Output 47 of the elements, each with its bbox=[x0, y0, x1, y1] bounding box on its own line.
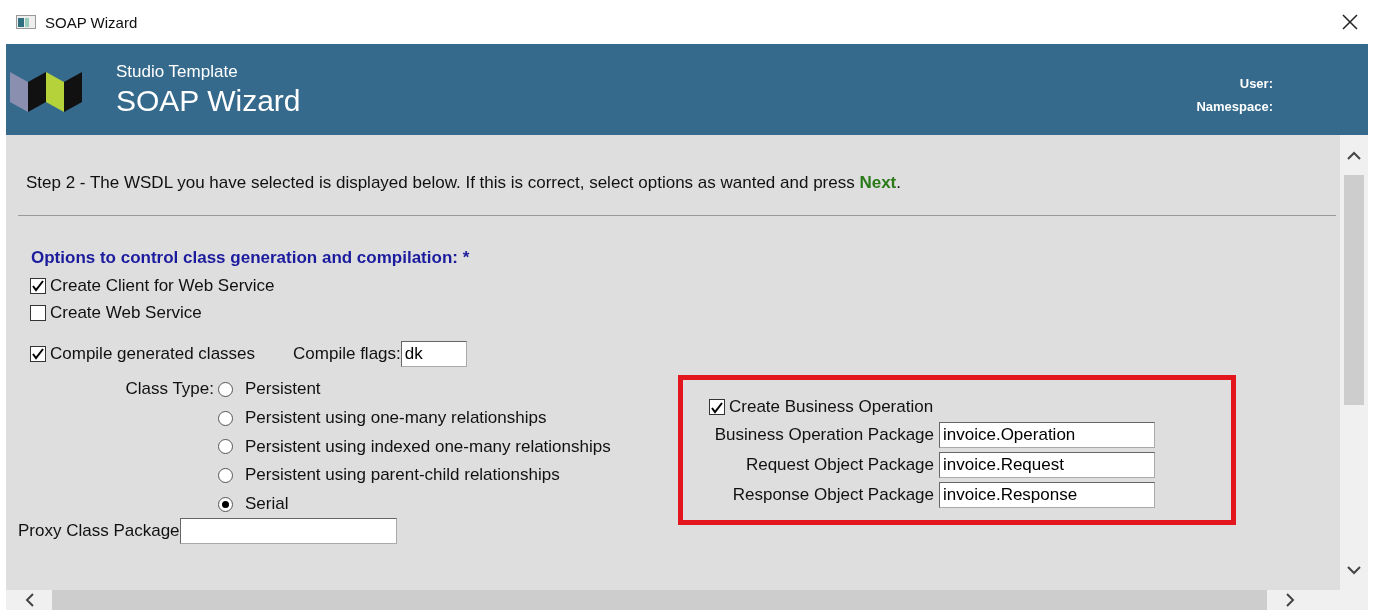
window-title: SOAP Wizard bbox=[45, 13, 138, 31]
check-icon bbox=[710, 400, 724, 414]
checkbox[interactable] bbox=[709, 399, 725, 415]
field-label: Business Operation Package bbox=[714, 425, 934, 445]
checkbox-label: Compile generated classes bbox=[50, 343, 256, 364]
scrollbar-thumb[interactable] bbox=[1344, 175, 1364, 405]
checkbox-label: Create Web Service bbox=[50, 302, 202, 323]
namespace-label: Namespace: bbox=[1196, 98, 1273, 114]
radio-button[interactable] bbox=[218, 496, 233, 512]
proxy-package-field[interactable] bbox=[179, 518, 397, 545]
check-icon bbox=[31, 347, 45, 360]
checkbox[interactable] bbox=[30, 345, 46, 362]
radio-label: Persistent bbox=[245, 379, 321, 400]
user-label: User: bbox=[1239, 75, 1273, 91]
checkbox[interactable] bbox=[30, 304, 46, 321]
compile-flags-field[interactable]: dk bbox=[400, 340, 467, 367]
chevron-up-icon bbox=[1347, 150, 1361, 160]
field-label: Response Object Package bbox=[732, 485, 934, 505]
radio-button[interactable] bbox=[218, 410, 233, 426]
radio-button[interactable] bbox=[218, 467, 233, 483]
checkbox-label: Create Business Operation bbox=[729, 397, 934, 417]
chevron-right-icon bbox=[1285, 593, 1295, 607]
package-field[interactable]: invoice.Operation bbox=[939, 422, 1155, 448]
checkbox[interactable] bbox=[30, 277, 46, 294]
check-icon bbox=[31, 279, 45, 292]
package-field[interactable]: invoice.Request bbox=[939, 452, 1155, 478]
chevron-left-icon bbox=[24, 593, 34, 607]
radio-button[interactable] bbox=[218, 381, 233, 397]
checkbox-label: Create Client for Web Service bbox=[50, 275, 275, 296]
close-icon bbox=[1342, 14, 1358, 30]
section-heading: Options to control class generation and compilation: * bbox=[31, 248, 471, 268]
header-title: SOAP Wizard bbox=[116, 83, 301, 118]
step-instructions: Step 2 - The WSDL you have selected is displayed below. If this is correct, select options as wanted and press Next. bbox=[25, 172, 903, 194]
field-label: Request Object Package bbox=[745, 455, 934, 475]
radio-label: Persistent using one-many relationships bbox=[245, 408, 547, 429]
field-label: Proxy Class Package bbox=[18, 521, 180, 542]
vertical-scrollbar[interactable] bbox=[1340, 135, 1368, 590]
app-icon bbox=[16, 15, 36, 29]
radio-button[interactable] bbox=[218, 439, 233, 455]
radio-label: Persistent using parent-child relationships bbox=[245, 465, 560, 486]
radio-label: Serial bbox=[245, 494, 289, 515]
chevron-down-icon bbox=[1347, 565, 1361, 575]
header-subtitle: Studio Template bbox=[116, 61, 239, 82]
field-label: Class Type: bbox=[125, 379, 214, 400]
field-label: Compile flags: bbox=[293, 343, 401, 364]
radio-label: Persistent using indexed one-many relationships bbox=[245, 436, 611, 457]
package-field[interactable]: invoice.Response bbox=[939, 482, 1155, 508]
